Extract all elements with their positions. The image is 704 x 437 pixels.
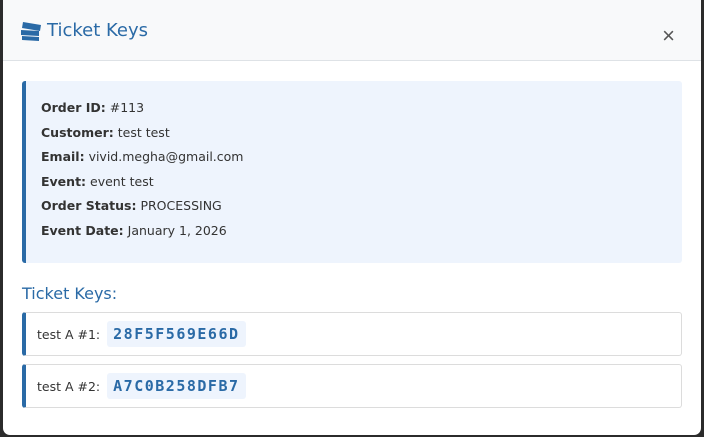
- ticket-key-item: test A #1: 28F5F569E66D: [22, 312, 682, 356]
- modal-header: Ticket Keys ×: [3, 0, 701, 61]
- value: vivid.megha@gmail.com: [88, 149, 244, 165]
- label: Order ID:: [41, 100, 106, 115]
- modal-title: Ticket Keys: [20, 18, 148, 42]
- ticket-keys-modal: Ticket Keys × Order ID: #113 Customer: t…: [3, 0, 701, 435]
- value: PROCESSING: [140, 198, 222, 214]
- value: #113: [109, 100, 145, 115]
- label: Event Date:: [41, 222, 124, 238]
- event-row: Event: event test: [41, 170, 682, 195]
- label: Email:: [41, 149, 85, 165]
- ticket-label: test A #2:: [37, 378, 101, 394]
- customer-row: Customer: test test: [41, 121, 682, 146]
- label: Event:: [41, 173, 87, 189]
- modal-title-text: Ticket Keys: [47, 19, 148, 41]
- label: Order Status:: [41, 198, 137, 214]
- event-date-row: Event Date: January 1, 2026: [41, 219, 682, 244]
- order-info-panel: Order ID: #113 Customer: test test Email…: [22, 81, 682, 263]
- ticket-keys-heading: Ticket Keys:: [22, 284, 118, 303]
- close-button[interactable]: ×: [662, 25, 675, 47]
- value: test test: [117, 124, 170, 140]
- order-id-row: Order ID: #113: [41, 96, 682, 121]
- ticket-icon: [21, 22, 41, 41]
- label: Customer:: [41, 124, 114, 140]
- email-row: Email: vivid.megha@gmail.com: [41, 145, 682, 170]
- ticket-key-item: test A #2: A7C0B258DFB7: [22, 364, 682, 408]
- value: January 1, 2026: [127, 222, 227, 238]
- ticket-key-code[interactable]: A7C0B258DFB7: [107, 373, 246, 399]
- ticket-key-code[interactable]: 28F5F569E66D: [107, 321, 246, 347]
- ticket-label: test A #1:: [37, 326, 101, 342]
- value: event test: [90, 173, 154, 189]
- order-status-row: Order Status: PROCESSING: [41, 194, 682, 219]
